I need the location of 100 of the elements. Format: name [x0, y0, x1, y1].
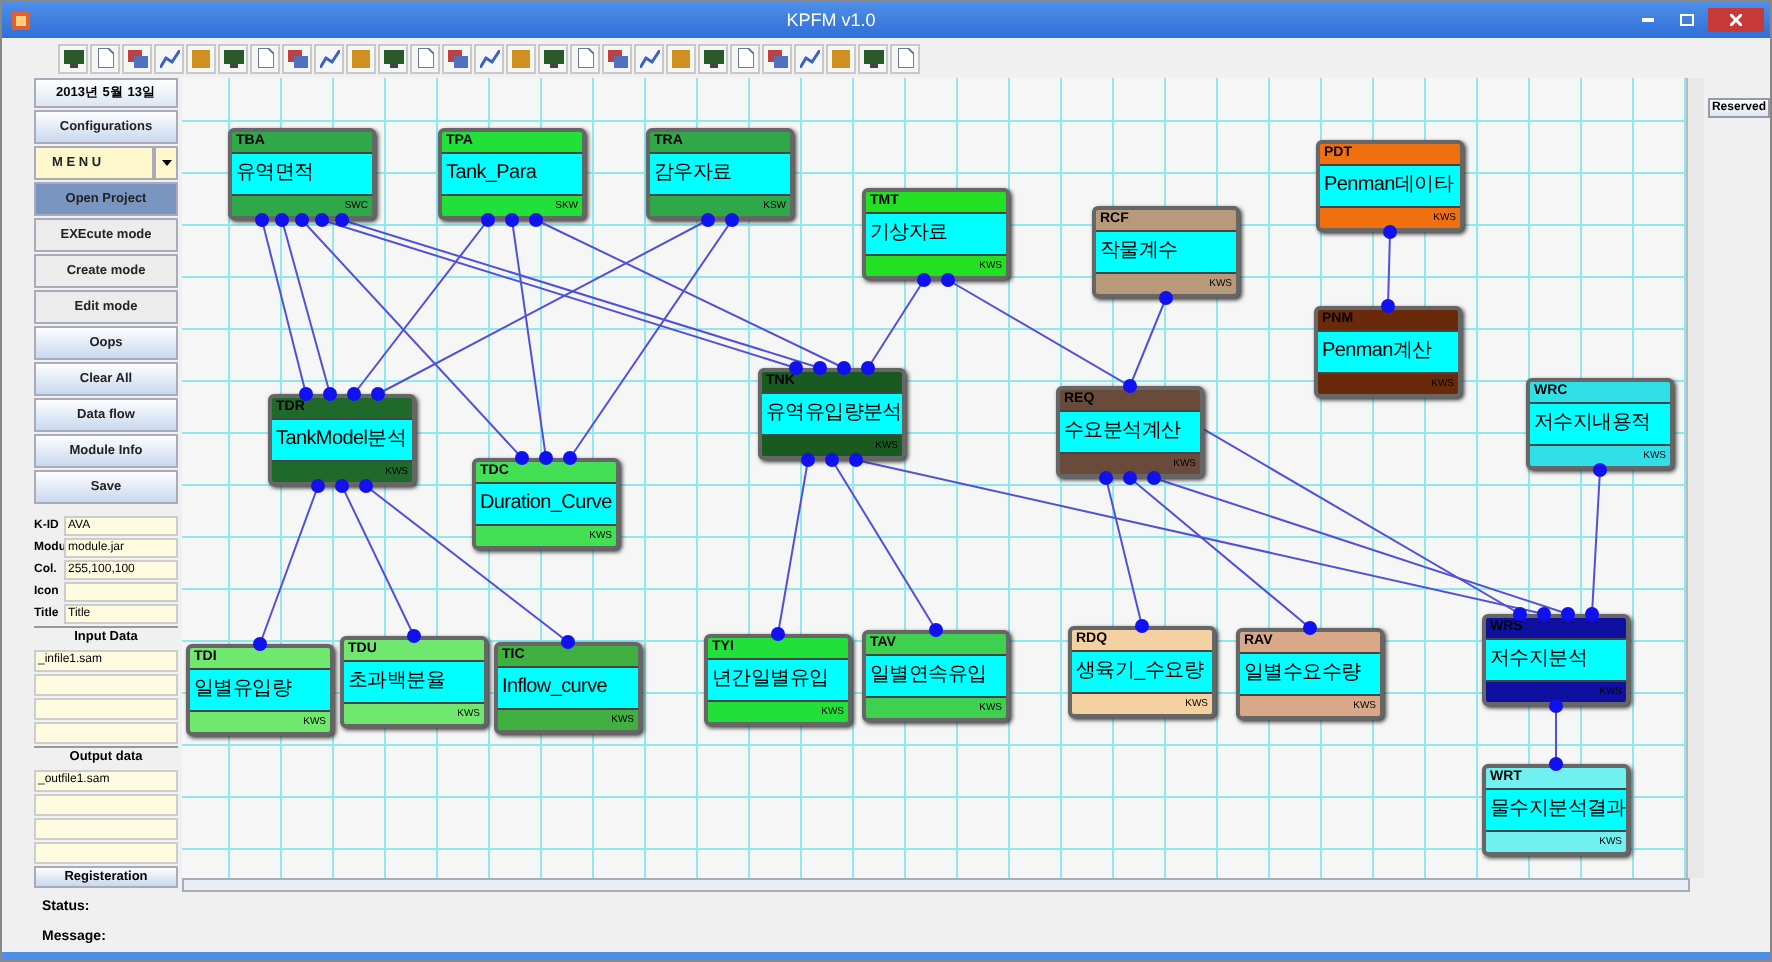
port-dot[interactable]	[1099, 471, 1113, 485]
port-dot[interactable]	[725, 213, 739, 227]
port-dot[interactable]	[315, 213, 329, 227]
port-dot[interactable]	[1593, 463, 1607, 477]
port-dot[interactable]	[1159, 291, 1173, 305]
port-dot[interactable]	[917, 273, 931, 287]
document-icon	[97, 48, 113, 68]
module-title: 일별연속유입	[866, 656, 1006, 696]
document-icon	[897, 48, 913, 68]
toolbar-button[interactable]	[858, 43, 888, 73]
port-dot[interactable]	[1123, 379, 1137, 393]
module-title: 유역면적	[232, 154, 372, 194]
port-dot[interactable]	[539, 451, 553, 465]
toolbar-button[interactable]	[570, 43, 600, 73]
port-dot[interactable]	[1381, 299, 1395, 313]
port-dot[interactable]	[505, 213, 519, 227]
port-dot[interactable]	[1585, 607, 1599, 621]
port-dot[interactable]	[861, 361, 875, 375]
toolbar-button[interactable]	[58, 43, 88, 73]
toolbar-button[interactable]	[282, 43, 312, 73]
port-dot[interactable]	[253, 637, 267, 651]
port-dot[interactable]	[371, 387, 385, 401]
port-dot[interactable]	[347, 387, 361, 401]
toolbar-button[interactable]	[410, 43, 440, 73]
port-dot[interactable]	[1383, 225, 1397, 239]
data-field[interactable]	[34, 818, 178, 840]
port-dot[interactable]	[515, 451, 529, 465]
port-dot[interactable]	[837, 361, 851, 375]
port-dot[interactable]	[929, 623, 943, 637]
port-dot[interactable]	[323, 387, 337, 401]
toolbar-button[interactable]	[794, 43, 824, 73]
chart-icon	[319, 49, 339, 67]
close-button[interactable]	[1708, 8, 1764, 32]
toolbar-button[interactable]	[122, 43, 152, 73]
module-title: 초과백분율	[344, 662, 484, 702]
port-dot[interactable]	[1549, 699, 1563, 713]
monitor-icon	[63, 49, 83, 67]
toolbar-button[interactable]	[538, 43, 568, 73]
port-dot[interactable]	[1561, 607, 1575, 621]
port-dot[interactable]	[299, 387, 313, 401]
toolbar-button[interactable]	[474, 43, 504, 73]
port-dot[interactable]	[529, 213, 543, 227]
data-field[interactable]	[34, 698, 178, 720]
monitor-icon	[223, 49, 243, 67]
dropdown-button[interactable]	[154, 146, 178, 180]
port-dot[interactable]	[335, 479, 349, 493]
port-dot[interactable]	[1513, 607, 1527, 621]
port-dot[interactable]	[825, 453, 839, 467]
module-title: 물수지분석결과	[1486, 790, 1626, 830]
toolbar-button[interactable]	[90, 43, 120, 73]
port-dot[interactable]	[1303, 621, 1317, 635]
port-dot[interactable]	[407, 629, 421, 643]
port-dot[interactable]	[563, 451, 577, 465]
toolbar-button[interactable]	[314, 43, 344, 73]
port-dot[interactable]	[771, 627, 785, 641]
port-dot[interactable]	[335, 213, 349, 227]
toolbar-button[interactable]	[250, 43, 280, 73]
module-title: Inflow_curve	[498, 668, 638, 708]
chart-icon	[479, 49, 499, 67]
toolbar-button[interactable]	[762, 43, 792, 73]
port-dot[interactable]	[295, 213, 309, 227]
document-icon	[577, 48, 593, 68]
toolbar-button[interactable]	[218, 43, 248, 73]
port-dot[interactable]	[701, 213, 715, 227]
document-icon	[417, 48, 433, 68]
port-dot[interactable]	[801, 453, 815, 467]
port-dot[interactable]	[1135, 619, 1149, 633]
toolbar-button[interactable]	[602, 43, 632, 73]
property-field[interactable]	[64, 582, 178, 602]
port-dot[interactable]	[1537, 607, 1551, 621]
toolbar-button[interactable]	[442, 43, 472, 73]
module-title: Penman계산	[1318, 332, 1458, 372]
data-field[interactable]	[34, 674, 178, 696]
toolbar-button[interactable]	[890, 43, 920, 73]
port-dot[interactable]	[1549, 757, 1563, 771]
monitor-icon	[863, 49, 883, 67]
horizontal-scrollbar[interactable]	[182, 878, 1690, 892]
port-dot[interactable]	[359, 479, 373, 493]
port-dot[interactable]	[789, 361, 803, 375]
toolbar-button[interactable]	[730, 43, 760, 73]
port-dot[interactable]	[813, 361, 827, 375]
vertical-scrollbar[interactable]	[1686, 78, 1704, 878]
data-field[interactable]	[34, 842, 178, 864]
toolbar-button[interactable]	[154, 43, 184, 73]
data-field[interactable]	[34, 794, 178, 816]
module-title: Penman데이타	[1320, 166, 1460, 206]
port-dot[interactable]	[941, 273, 955, 287]
module-title: 기상자료	[866, 214, 1006, 254]
port-dot[interactable]	[481, 213, 495, 227]
port-dot[interactable]	[849, 453, 863, 467]
port-dot[interactable]	[1123, 471, 1137, 485]
toolbar-button[interactable]	[378, 43, 408, 73]
port-dot[interactable]	[1147, 471, 1161, 485]
port-dot[interactable]	[311, 479, 325, 493]
data-field[interactable]	[34, 722, 178, 744]
port-dot[interactable]	[255, 213, 269, 227]
port-dot[interactable]	[275, 213, 289, 227]
port-dot[interactable]	[561, 635, 575, 649]
toolbar-button[interactable]	[698, 43, 728, 73]
toolbar-button[interactable]	[634, 43, 664, 73]
